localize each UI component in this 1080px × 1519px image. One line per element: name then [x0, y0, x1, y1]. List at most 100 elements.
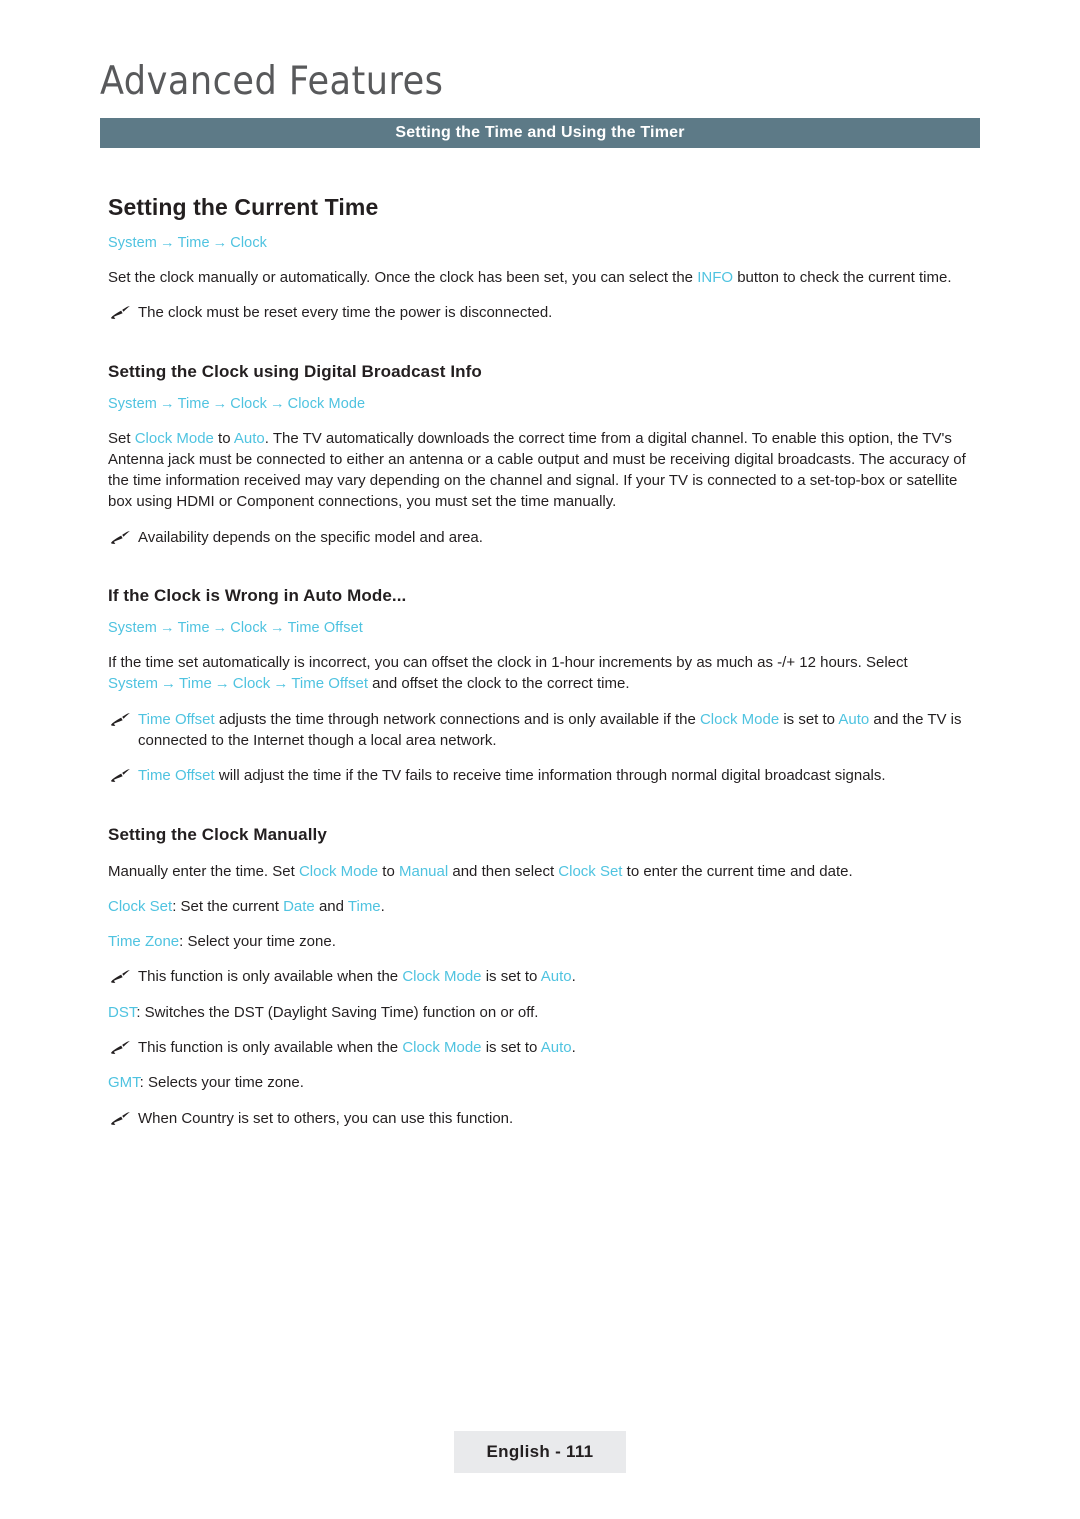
text-3: . [380, 897, 385, 915]
arrow-icon: → [159, 620, 175, 637]
arrow-icon: → [212, 235, 228, 251]
arrow-icon: → [270, 395, 285, 412]
arrow-icon: → [159, 395, 175, 412]
keyword-clock-set: Clock Set [558, 862, 623, 880]
wrong-auto-paragraph: If the time set automatically is incorre… [108, 652, 980, 695]
keyword-clock-set: Clock Set [108, 897, 173, 915]
pencil-icon [110, 1109, 130, 1127]
note-time-offset-network: Time Offset adjusts the time through net… [108, 709, 980, 752]
subheading-digital-broadcast: Setting the Clock using Digital Broadcas… [108, 361, 482, 381]
intro-paragraph: Set the clock manually or automatically.… [108, 267, 980, 288]
text-2: to [213, 429, 234, 447]
breadcrumb-time-offset: System → Time → Clock → Time Offset [108, 620, 980, 636]
breadcrumb-item-clock-mode: Clock Mode [287, 395, 366, 412]
note-country-others: When Country is set to others, you can u… [108, 1108, 980, 1129]
dst-line: DST: Switches the DST (Daylight Saving T… [108, 1002, 980, 1023]
time-zone-line: Time Zone: Select your time zone. [108, 931, 980, 952]
digital-broadcast-paragraph: Set Clock Mode to Auto. The TV automatic… [108, 428, 980, 513]
breadcrumb-item-time-offset: Time Offset [287, 620, 363, 637]
keyword-gmt: GMT [108, 1074, 140, 1092]
arrow-icon: → [159, 235, 175, 251]
section-title-bar: Setting the Time and Using the Timer [100, 118, 980, 148]
section-title-text: Setting the Time and Using the Timer [395, 124, 685, 141]
page-title: Setting the Current Time [108, 194, 379, 220]
keyword-time-offset: Time Offset [138, 710, 215, 728]
keyword-time-offset: Time Offset [291, 675, 368, 693]
arrow-icon: → [270, 620, 285, 637]
keyword-system: System [108, 675, 159, 693]
note-time-offset-broadcast: Time Offset will adjust the time if the … [108, 765, 980, 786]
breadcrumb-item-system: System [108, 620, 157, 637]
pencil-icon [110, 528, 130, 546]
breadcrumb-item-time: Time [177, 395, 210, 412]
text: : Select your time zone. [179, 933, 336, 951]
note-text-1: This function is only available when the [138, 1039, 403, 1057]
arrow-icon: → [161, 675, 177, 693]
note-text: The clock must be reset every time the p… [138, 304, 553, 322]
subheading-wrong-auto-mode: If the Clock is Wrong in Auto Mode... [108, 586, 407, 606]
text-2: to [378, 862, 399, 880]
text-4: to enter the current time and date. [622, 862, 853, 880]
keyword-clock-mode: Clock Mode [298, 862, 379, 880]
note-text-1: This function is only available when the [138, 968, 403, 986]
arrow-icon: → [212, 395, 228, 412]
text-1: If the time set automatically is incorre… [108, 654, 908, 672]
pencil-icon [110, 1038, 130, 1056]
keyword-time: Time [179, 675, 212, 693]
note-text-2: is set to [481, 1039, 541, 1057]
breadcrumb-item-clock: Clock [230, 395, 268, 412]
text: : Selects your time zone. [139, 1074, 304, 1092]
manual-paragraph: Manually enter the time. Set Clock Mode … [108, 861, 980, 882]
clock-set-line: Clock Set: Set the current Date and Time… [108, 896, 980, 917]
keyword-time-zone: Time Zone [108, 933, 180, 951]
keyword-clock-mode: Clock Mode [134, 429, 214, 447]
text-1: : Set the current [172, 897, 284, 915]
note-availability: Availability depends on the specific mod… [108, 527, 980, 548]
gmt-line: GMT: Selects your time zone. [108, 1072, 980, 1093]
keyword-auto: Auto [233, 429, 265, 447]
note-clock-mode-auto-1: This function is only available when the… [108, 966, 980, 987]
keyword-clock-mode: Clock Mode [699, 710, 780, 728]
text: : Switches the DST (Daylight Saving Time… [136, 1003, 539, 1021]
note-text-3: . [571, 968, 576, 986]
page-number-badge: English - 111 [454, 1431, 626, 1473]
pencil-icon [110, 967, 130, 985]
keyword-info: INFO [697, 269, 734, 286]
breadcrumb-clock: System → Time → Clock [108, 235, 980, 251]
note-text: Availability depends on the specific mod… [138, 528, 483, 546]
keyword-time-offset: Time Offset [138, 767, 215, 785]
keyword-clock-mode: Clock Mode [402, 1039, 482, 1057]
note-text: will adjust the time if the TV fails to … [214, 767, 886, 785]
breadcrumb-clock-mode: System → Time → Clock → Clock Mode [108, 396, 980, 412]
keyword-clock-mode: Clock Mode [402, 968, 482, 986]
keyword-auto: Auto [540, 968, 572, 986]
text-1: Manually enter the time. Set [108, 862, 299, 880]
text-3: and then select [448, 862, 559, 880]
arrow-icon: → [214, 675, 230, 693]
page-footer: English - 111 [0, 1431, 1080, 1473]
chapter-title: Advanced Features [100, 59, 444, 104]
pencil-icon [110, 303, 130, 321]
breadcrumb-item-time: Time [177, 620, 210, 637]
keyword-auto: Auto [540, 1039, 572, 1057]
intro-text-1: Set the clock manually or automatically.… [108, 269, 698, 286]
document-page: Advanced Features Setting the Time and U… [0, 0, 1080, 1519]
pencil-icon [110, 766, 130, 784]
keyword-manual: Manual [399, 862, 449, 880]
note-text: When Country is set to others, you can u… [138, 1109, 514, 1127]
breadcrumb-item-clock: Clock [230, 620, 268, 637]
note-text-3: . [571, 1039, 576, 1057]
text-1: Set [108, 429, 135, 447]
note-clock-mode-auto-2: This function is only available when the… [108, 1037, 980, 1058]
note-text-2: is set to [481, 968, 541, 986]
keyword-auto: Auto [838, 710, 870, 728]
arrow-icon: → [212, 620, 228, 637]
note-clock-reset: The clock must be reset every time the p… [108, 302, 980, 323]
keyword-date: Date [283, 897, 315, 915]
text-2: and offset the clock to the correct time… [368, 675, 630, 693]
text-2: and [314, 897, 348, 915]
keyword-clock: Clock [232, 675, 271, 693]
keyword-time: Time [347, 897, 381, 915]
breadcrumb-item-time: Time [177, 235, 210, 251]
breadcrumb-item-system: System [108, 235, 157, 251]
